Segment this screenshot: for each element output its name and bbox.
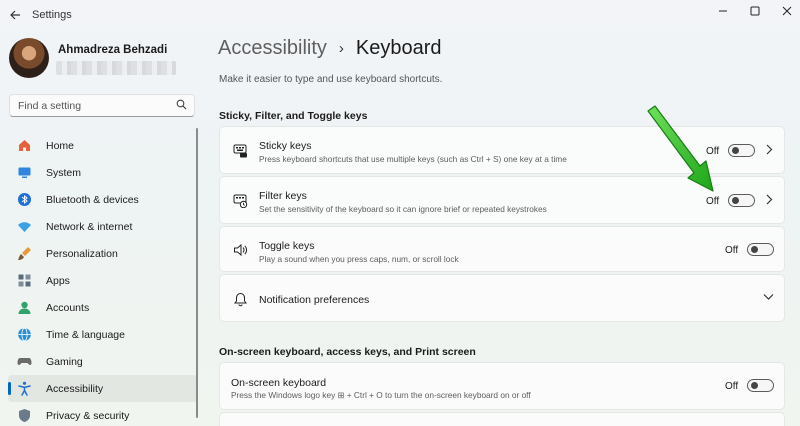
on-screen-keyboard-description: Press the Windows logo key ⊞ + Ctrl + O …: [231, 390, 531, 400]
toggle-keys-title: Toggle keys: [259, 240, 315, 252]
avatar[interactable]: [9, 38, 49, 78]
chevron-right-icon[interactable]: [765, 144, 773, 158]
sidebar-item-label: Home: [46, 139, 75, 152]
on-screen-keyboard-title: On-screen keyboard: [231, 377, 327, 389]
wifi-icon: [16, 219, 32, 235]
sticky-keys-state: Off: [706, 146, 720, 157]
filter-keys-toggle[interactable]: [728, 194, 755, 207]
sidebar-item-label: Bluetooth & devices: [46, 193, 139, 206]
section-heading-sticky-filter-toggle: Sticky, Filter, and Toggle keys: [219, 110, 368, 122]
sticky-keys-toggle[interactable]: [728, 144, 755, 157]
sidebar-item-apps[interactable]: Apps: [8, 267, 198, 294]
search-placeholder: Find a setting: [18, 100, 82, 112]
breadcrumb-separator: ›: [338, 40, 344, 57]
sticky-keys-title: Sticky keys: [259, 140, 312, 152]
breadcrumb-parent[interactable]: Accessibility: [218, 37, 327, 60]
home-icon: [16, 138, 32, 154]
apps-icon: [16, 273, 32, 289]
accounts-icon: [16, 300, 32, 316]
notification-preferences-title: Notification preferences: [259, 294, 370, 306]
back-arrow-icon[interactable]: [6, 6, 24, 24]
page-title: Keyboard: [355, 37, 442, 59]
gamepad-icon: [16, 354, 32, 370]
toggle-keys-card: Toggle keys Play a sound when you press …: [219, 226, 785, 272]
sidebar-item-home[interactable]: Home: [8, 132, 198, 159]
close-button[interactable]: [770, 0, 800, 22]
accessibility-icon: [16, 381, 32, 397]
filter-keys-title: Filter keys: [259, 190, 307, 202]
chevron-down-icon[interactable]: [763, 292, 774, 304]
search-icon[interactable]: [176, 99, 187, 113]
section-heading-onscreen-keyboard: On-screen keyboard, access keys, and Pri…: [219, 346, 476, 358]
filter-keys-card[interactable]: Filter keys Set the sensitivity of the k…: [219, 176, 785, 224]
page-description: Make it easier to type and use keyboard …: [219, 74, 443, 85]
filter-keys-icon: [232, 193, 248, 209]
sticky-keys-description: Press keyboard shortcuts that use multip…: [259, 154, 567, 164]
notification-preferences-card[interactable]: Notification preferences: [219, 274, 785, 322]
sidebar-item-time-language[interactable]: Time & language: [8, 321, 198, 348]
next-setting-card[interactable]: [219, 412, 785, 426]
maximize-button[interactable]: [738, 0, 772, 22]
on-screen-keyboard-toggle[interactable]: [747, 379, 774, 392]
sidebar-item-network[interactable]: Network & internet: [8, 213, 198, 240]
sidebar-item-gaming[interactable]: Gaming: [8, 348, 198, 375]
sidebar-item-label: Accessibility: [46, 382, 104, 395]
system-icon: [16, 165, 32, 181]
sidebar-item-label: Accounts: [46, 301, 90, 314]
on-screen-keyboard-state: Off: [725, 381, 739, 392]
sidebar-item-label: System: [46, 166, 82, 179]
sidebar-item-accounts[interactable]: Accounts: [8, 294, 198, 321]
breadcrumb: Accessibility › Keyboard: [218, 37, 442, 60]
toggle-keys-state: Off: [725, 245, 739, 256]
sidebar-item-label: Apps: [46, 274, 70, 287]
filter-keys-description: Set the sensitivity of the keyboard so i…: [259, 204, 547, 214]
filter-keys-state: Off: [706, 196, 720, 207]
sidebar-item-accessibility[interactable]: Accessibility: [8, 375, 198, 402]
chevron-right-icon[interactable]: [765, 194, 773, 208]
sidebar-item-bluetooth[interactable]: Bluetooth & devices: [8, 186, 198, 213]
toggle-keys-toggle[interactable]: [747, 243, 774, 256]
sidebar-scrollbar[interactable]: [196, 128, 198, 418]
sidebar-item-label: Personalization: [46, 247, 118, 260]
title-bar: Settings: [0, 0, 800, 30]
on-screen-keyboard-card: On-screen keyboard Press the Windows log…: [219, 362, 785, 410]
sticky-keys-card[interactable]: Sticky keys Press keyboard shortcuts tha…: [219, 126, 785, 174]
sidebar-item-label: Time & language: [46, 328, 125, 341]
brush-icon: [16, 246, 32, 262]
sidebar-item-label: Network & internet: [46, 220, 133, 233]
search-input[interactable]: Find a setting: [9, 94, 195, 117]
sticky-keys-icon: [232, 143, 248, 159]
bell-icon: [232, 291, 248, 307]
sidebar-item-label: Gaming: [46, 355, 83, 368]
sidebar-item-personalization[interactable]: Personalization: [8, 240, 198, 267]
bluetooth-icon: [16, 192, 32, 208]
toggle-keys-description: Play a sound when you press caps, num, o…: [259, 254, 459, 264]
app-title: Settings: [32, 9, 72, 21]
user-name: Ahmadreza Behzadi: [58, 44, 168, 56]
speaker-icon: [232, 242, 248, 258]
sidebar-item-privacy-security[interactable]: Privacy & security: [8, 402, 198, 426]
sidebar-item-label: Privacy & security: [46, 409, 130, 422]
shield-icon: [16, 408, 32, 424]
sidebar: Ahmadreza Behzadi Find a setting Home Sy…: [0, 30, 205, 426]
minimize-button[interactable]: [706, 0, 740, 22]
user-email-redacted: [56, 61, 176, 75]
sidebar-nav: Home System Bluetooth & devices Network …: [8, 132, 198, 426]
globe-icon: [16, 327, 32, 343]
sidebar-item-system[interactable]: System: [8, 159, 198, 186]
